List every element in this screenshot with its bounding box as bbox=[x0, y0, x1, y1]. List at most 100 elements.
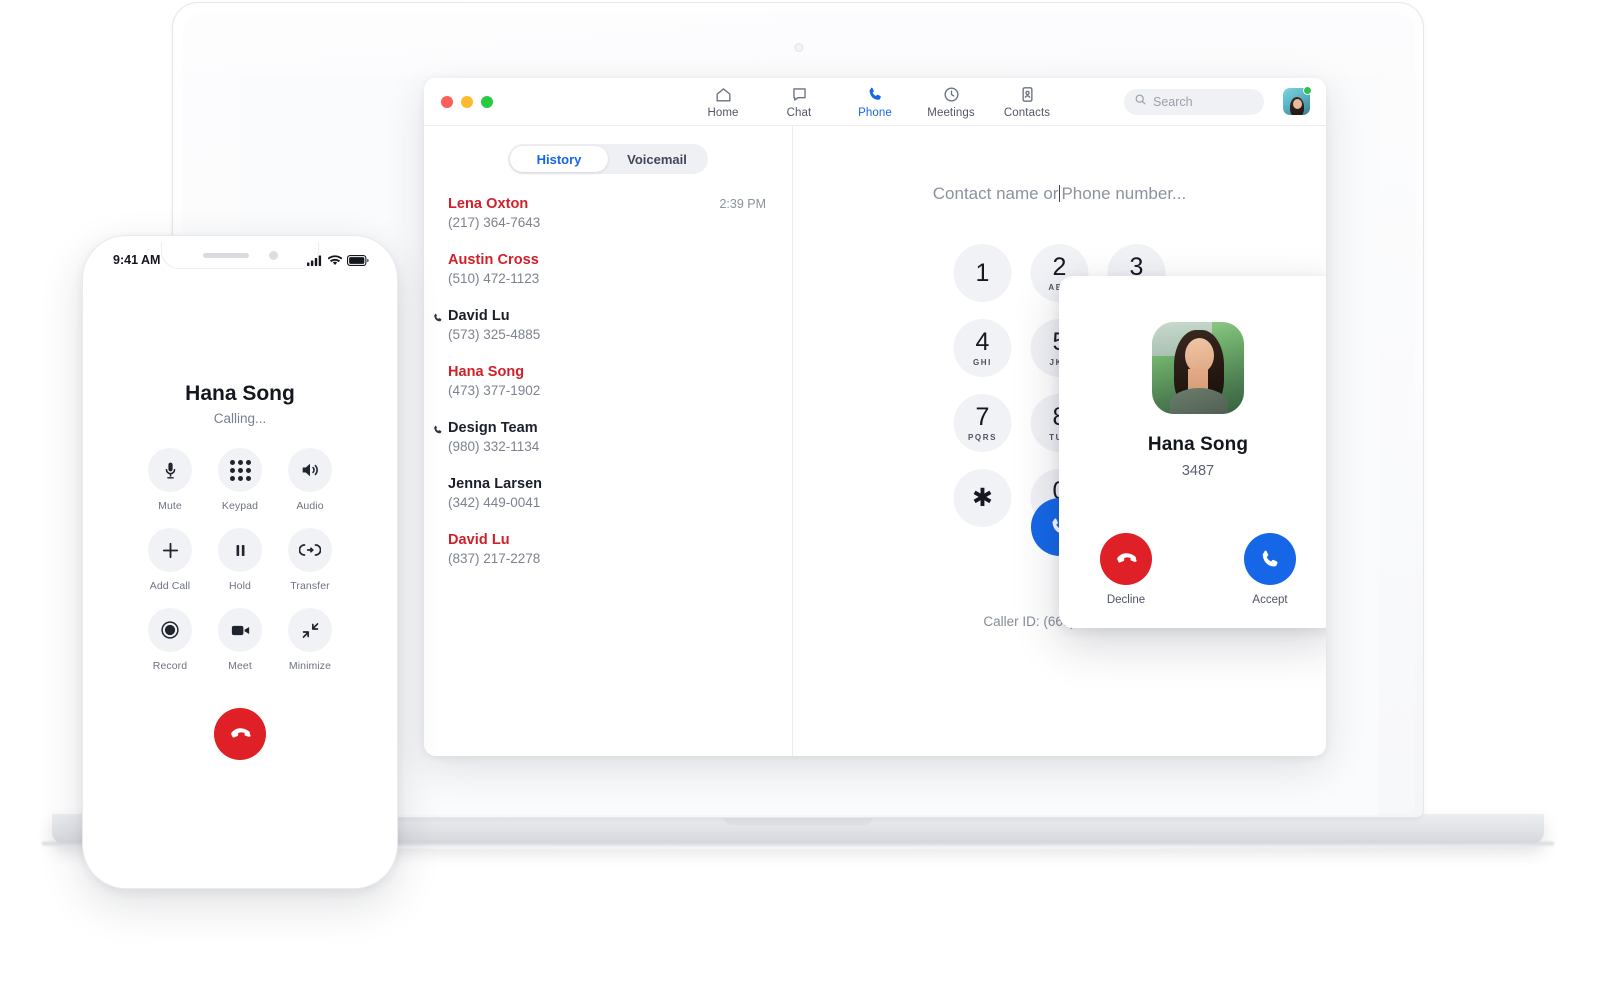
history-voicemail-tabs: History Voicemail bbox=[508, 144, 708, 174]
outgoing-call-icon bbox=[432, 423, 444, 435]
phone-status-icons bbox=[307, 253, 369, 271]
call-contact-name: Jenna Larsen bbox=[448, 476, 543, 492]
signal-bars-icon bbox=[307, 253, 323, 271]
phone-mockup: 9:41 AM Hana Song Calling... Mute Keypad A… bbox=[82, 235, 398, 889]
key-digit: ✱ bbox=[972, 483, 993, 512]
user-avatar[interactable] bbox=[1283, 86, 1312, 115]
minimize-button[interactable] bbox=[461, 95, 473, 108]
end-call-button[interactable] bbox=[214, 708, 266, 760]
search-placeholder: Search bbox=[1153, 94, 1193, 109]
call-phone-number: (217) 364-7643 bbox=[448, 215, 541, 230]
incoming-caller-name: Hana Song bbox=[1147, 434, 1249, 455]
in-call-control-label: Keypad bbox=[221, 500, 259, 512]
nav-item-chat[interactable]: Chat bbox=[775, 85, 823, 119]
maximize-button[interactable] bbox=[481, 95, 493, 108]
in-call-control-transfer[interactable]: Transfer bbox=[288, 528, 332, 592]
chat-bubble-icon bbox=[790, 85, 809, 104]
phone-handset-icon bbox=[1244, 533, 1296, 585]
in-call-control-label: Record bbox=[152, 660, 188, 672]
minimize-arrows-icon bbox=[288, 608, 332, 652]
call-timestamp: 2:39 PM bbox=[719, 197, 766, 211]
plus-icon bbox=[148, 528, 192, 572]
call-phone-number: (573) 325-4885 bbox=[448, 327, 541, 342]
in-call-control-keypad[interactable]: Keypad bbox=[218, 448, 262, 512]
call-contact-name: David Lu bbox=[448, 308, 510, 324]
microphone-icon bbox=[148, 448, 192, 492]
key-digit: 4 bbox=[975, 327, 990, 356]
call-history-row[interactable]: Design Team (980) 332-1134 bbox=[434, 420, 792, 476]
dialpad-key-7[interactable]: 7 PQRS bbox=[953, 394, 1012, 452]
accept-call-button[interactable]: Accept bbox=[1244, 533, 1296, 606]
decline-call-button[interactable]: Decline bbox=[1100, 533, 1152, 606]
dialpad-key-1[interactable]: 1 bbox=[953, 244, 1012, 302]
keypad-dots-icon bbox=[218, 448, 262, 492]
front-camera-icon bbox=[268, 250, 278, 260]
close-button[interactable] bbox=[441, 95, 453, 108]
call-phone-number: (473) 377-1902 bbox=[448, 383, 541, 398]
nav-item-meetings[interactable]: Meetings bbox=[927, 85, 975, 119]
nav-label-chat: Chat bbox=[786, 106, 812, 119]
incoming-call-popup: Hana Song 3487 Decline Accept bbox=[1059, 276, 1326, 628]
key-digit: 7 bbox=[975, 402, 990, 431]
in-call-control-minimize[interactable]: Minimize bbox=[288, 608, 332, 672]
outgoing-call-icon bbox=[432, 311, 444, 323]
in-call-control-label: Transfer bbox=[290, 580, 330, 592]
call-history-row[interactable]: David Lu (837) 217-2278 bbox=[448, 532, 792, 588]
in-call-control-mute[interactable]: Mute bbox=[148, 448, 192, 512]
nav-item-contacts[interactable]: Contacts bbox=[1003, 85, 1051, 119]
call-history-row[interactable]: Lena Oxton (217) 364-7643 2:39 PM bbox=[448, 196, 792, 252]
key-digit: 1 bbox=[975, 258, 990, 287]
phone-call-state: Calling... bbox=[213, 411, 267, 426]
app-titlebar: Home Chat Phone Meetings Contacts Search bbox=[424, 78, 1326, 126]
key-digit: 2 bbox=[1052, 252, 1067, 281]
incoming-caller-photo bbox=[1152, 322, 1244, 414]
in-call-controls: Mute Keypad Audio Add Call Hold Transfer Recor… bbox=[135, 448, 345, 672]
dialpad-pane: Contact name orPhone number... 12ABC3DEF… bbox=[793, 126, 1326, 756]
phone-status-time: 9:41 AM bbox=[113, 253, 161, 267]
phone-hangup-icon bbox=[1100, 533, 1152, 585]
home-icon bbox=[714, 85, 733, 104]
laptop-camera-icon bbox=[794, 43, 804, 52]
decline-label: Decline bbox=[1106, 594, 1146, 606]
call-history-row[interactable]: Hana Song (473) 377-1902 bbox=[448, 364, 792, 420]
clock-icon bbox=[942, 85, 961, 104]
phone-handset-icon bbox=[866, 85, 885, 104]
in-call-control-add-call[interactable]: Add Call bbox=[148, 528, 192, 592]
phone-notch bbox=[161, 242, 319, 269]
nav-label-meetings: Meetings bbox=[927, 106, 975, 119]
in-call-control-audio[interactable]: Audio bbox=[288, 448, 332, 512]
tab-voicemail[interactable]: Voicemail bbox=[608, 146, 706, 172]
presence-status-badge bbox=[1303, 86, 1312, 95]
tab-history[interactable]: History bbox=[510, 146, 608, 172]
in-call-control-hold[interactable]: Hold bbox=[218, 528, 262, 592]
call-history-row[interactable]: Austin Cross (510) 472-1123 bbox=[448, 252, 792, 308]
dialpad-key-4[interactable]: 4 GHI bbox=[953, 319, 1012, 377]
dial-placeholder-before: Contact name or bbox=[932, 184, 1059, 203]
window-traffic-lights[interactable] bbox=[441, 95, 493, 108]
search-input[interactable]: Search bbox=[1124, 88, 1264, 115]
nav-item-home[interactable]: Home bbox=[699, 85, 747, 119]
call-history-row[interactable]: David Lu (573) 325-4885 bbox=[434, 308, 792, 364]
in-call-control-record[interactable]: Record bbox=[148, 608, 192, 672]
nav-label-home: Home bbox=[707, 106, 739, 119]
nav-item-phone[interactable]: Phone bbox=[851, 85, 899, 119]
in-call-control-label: Meet bbox=[228, 660, 252, 672]
call-phone-number: (837) 217-2278 bbox=[448, 551, 541, 566]
key-letters: PQRS bbox=[967, 432, 998, 442]
incoming-call-actions: Decline Accept bbox=[1059, 533, 1326, 606]
battery-icon bbox=[347, 253, 369, 271]
pause-icon bbox=[218, 528, 262, 572]
main-navigation: Home Chat Phone Meetings Contacts bbox=[699, 85, 1051, 119]
incoming-caller-extension: 3487 bbox=[1181, 463, 1215, 479]
dialpad-key-star[interactable]: ✱ bbox=[953, 469, 1012, 527]
phone-app-window: Home Chat Phone Meetings Contacts Search… bbox=[424, 78, 1326, 756]
search-icon bbox=[1134, 93, 1147, 111]
call-history-row[interactable]: Jenna Larsen (342) 449-0041 bbox=[448, 476, 792, 532]
in-call-control-meet[interactable]: Meet bbox=[218, 608, 262, 672]
call-phone-number: (980) 332-1134 bbox=[448, 439, 540, 454]
nav-label-contacts: Contacts bbox=[1003, 106, 1051, 119]
key-letters: GHI bbox=[972, 357, 993, 367]
in-call-control-label: Audio bbox=[296, 500, 324, 512]
dial-input[interactable]: Contact name or Phone number... bbox=[793, 184, 1326, 204]
record-circle-icon bbox=[148, 608, 192, 652]
